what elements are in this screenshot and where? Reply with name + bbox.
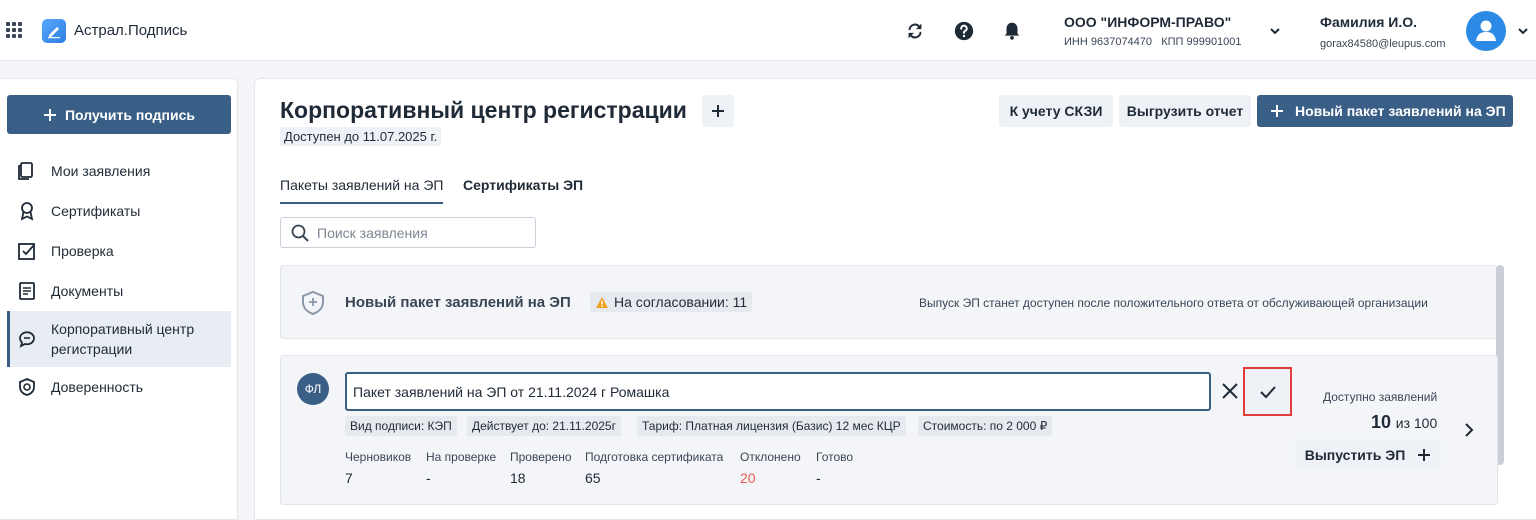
available-label: Доступно заявлений: [1323, 390, 1438, 404]
refresh-icon[interactable]: [904, 20, 926, 42]
stat-value: -: [426, 470, 431, 486]
new-package-label: Новый пакет заявлений на ЭП: [1295, 103, 1506, 119]
package-name-input[interactable]: [345, 372, 1211, 411]
main-content: Корпоративный центр регистрации Доступен…: [254, 78, 1536, 520]
sidebar-item-verification[interactable]: Проверка: [7, 239, 231, 263]
apps-grid-icon[interactable]: [6, 22, 22, 38]
stat-value: 65: [585, 470, 601, 486]
stat-label: Готово: [816, 450, 854, 464]
valid-until: Действует до: 21.11.2025г: [467, 416, 621, 436]
stat-label: Проверено: [510, 450, 572, 464]
chevron-right-icon[interactable]: [1463, 422, 1475, 438]
tab-packages[interactable]: Пакеты заявлений на ЭП: [280, 177, 444, 204]
user-email: gorax84580@leupus.com: [1320, 38, 1446, 50]
user-name[interactable]: Фамилия И.О.: [1320, 14, 1417, 30]
stat-label: Отклонено: [740, 450, 801, 464]
sidebar-item-label: Сертификаты: [51, 203, 141, 219]
issue-hint: Выпуск ЭП станет доступен после положите…: [919, 296, 1428, 310]
available-count: 10 из 100: [1371, 412, 1437, 433]
shield-check-icon: [19, 378, 35, 396]
sidebar-item-documents[interactable]: Документы: [7, 279, 231, 303]
plus-icon: [43, 108, 56, 121]
search-icon: [291, 224, 309, 242]
confirm-edit-button[interactable]: [1243, 367, 1292, 416]
stat-label: Черновиков: [345, 450, 412, 464]
sidebar-item-label: Мои заявления: [51, 163, 151, 179]
sidebar-item-power-of-attorney[interactable]: Доверенность: [7, 375, 231, 399]
add-favorite-button[interactable]: [702, 95, 734, 127]
org-details: ИНН 9637074470 КПП 999901001: [1064, 36, 1242, 48]
status-badge-text: На согласовании: 11: [614, 294, 748, 310]
top-bar: Астрал.Подпись ООО "ИНФОРМ-ПРАВО" ИНН 96…: [0, 0, 1536, 61]
stat-label: Подготовка сертификата: [585, 450, 724, 464]
sidebar-item-certificates[interactable]: Сертификаты: [7, 199, 231, 223]
stat-value-rejected: 20: [740, 470, 756, 486]
page-title: Корпоративный центр регистрации: [280, 97, 687, 123]
tab-certificates[interactable]: Сертификаты ЭП: [463, 177, 583, 202]
new-package-card[interactable]: Новый пакет заявлений на ЭП На согласова…: [280, 265, 1498, 339]
get-signature-label: Получить подпись: [64, 106, 195, 123]
new-package-button[interactable]: Новый пакет заявлений на ЭП: [1257, 95, 1513, 127]
check-square-icon: [18, 243, 35, 260]
app-title[interactable]: Астрал.Подпись: [74, 22, 187, 39]
person-type-badge: ФЛ: [297, 373, 329, 405]
user-icon: [1476, 20, 1496, 41]
signature-type: Вид подписи: КЭП: [345, 416, 457, 436]
help-icon[interactable]: [953, 20, 975, 42]
get-signature-button[interactable]: Получить подпись: [7, 95, 231, 134]
avatar[interactable]: [1466, 11, 1506, 51]
sidebar-item-my-applications[interactable]: Мои заявления: [7, 159, 231, 183]
sidebar: Получить подпись Мои заявления Сертифика…: [0, 78, 238, 520]
issue-signature-label: Выпустить ЭП: [1304, 446, 1406, 463]
org-chevron-down-icon[interactable]: [1268, 24, 1282, 38]
tariff: Тариф: Платная лицензия (Базис) 12 мес К…: [637, 416, 906, 436]
copy-icon: [18, 162, 33, 180]
export-report-button[interactable]: Выгрузить отчет: [1119, 95, 1251, 127]
app-logo-icon[interactable]: [42, 19, 66, 43]
available-total: из 100: [1395, 415, 1438, 431]
check-icon: [1259, 385, 1276, 398]
shield-icon: [302, 290, 324, 316]
cost: Стоимость: по 2 000 ₽: [918, 416, 1053, 436]
stat-label: На проверке: [426, 450, 497, 464]
plus-icon: [1418, 448, 1431, 461]
sidebar-item-label: Документы: [51, 283, 124, 299]
stat-value: -: [816, 470, 821, 486]
cancel-edit-icon[interactable]: [1219, 380, 1241, 402]
package-card: ФЛ Вид подписи: КЭП Действует до: 21.11.…: [280, 355, 1498, 505]
sidebar-item-corporate-center[interactable]: Корпоративный центр регистрации: [7, 311, 231, 367]
plus-icon: [1271, 105, 1283, 117]
stat-value: 18: [510, 470, 526, 486]
skzi-account-button[interactable]: К учету СКЗИ: [999, 95, 1113, 127]
issue-signature-button[interactable]: Выпустить ЭП: [1295, 439, 1441, 470]
stat-value: 7: [345, 470, 353, 486]
document-icon: [19, 282, 35, 300]
org-name[interactable]: ООО "ИНФОРМ-ПРАВО": [1064, 14, 1231, 30]
search-box: [280, 217, 536, 248]
available-used: 10: [1371, 412, 1392, 432]
new-package-title: Новый пакет заявлений на ЭП: [345, 294, 571, 311]
warning-icon: [596, 296, 608, 308]
available-until-badge: Доступен до 11.07.2025 г.: [280, 127, 442, 146]
user-chevron-down-icon[interactable]: [1516, 24, 1530, 38]
sidebar-item-label: Корпоративный центр регистрации: [51, 321, 195, 357]
status-badge: На согласовании: 11: [590, 292, 753, 312]
sidebar-item-label: Проверка: [51, 243, 114, 259]
award-icon: [20, 202, 34, 221]
search-input[interactable]: [317, 224, 527, 241]
bell-icon[interactable]: [1001, 20, 1023, 42]
plus-icon: [712, 105, 724, 117]
chat-icon: [19, 331, 35, 348]
sidebar-item-label: Доверенность: [51, 379, 144, 395]
